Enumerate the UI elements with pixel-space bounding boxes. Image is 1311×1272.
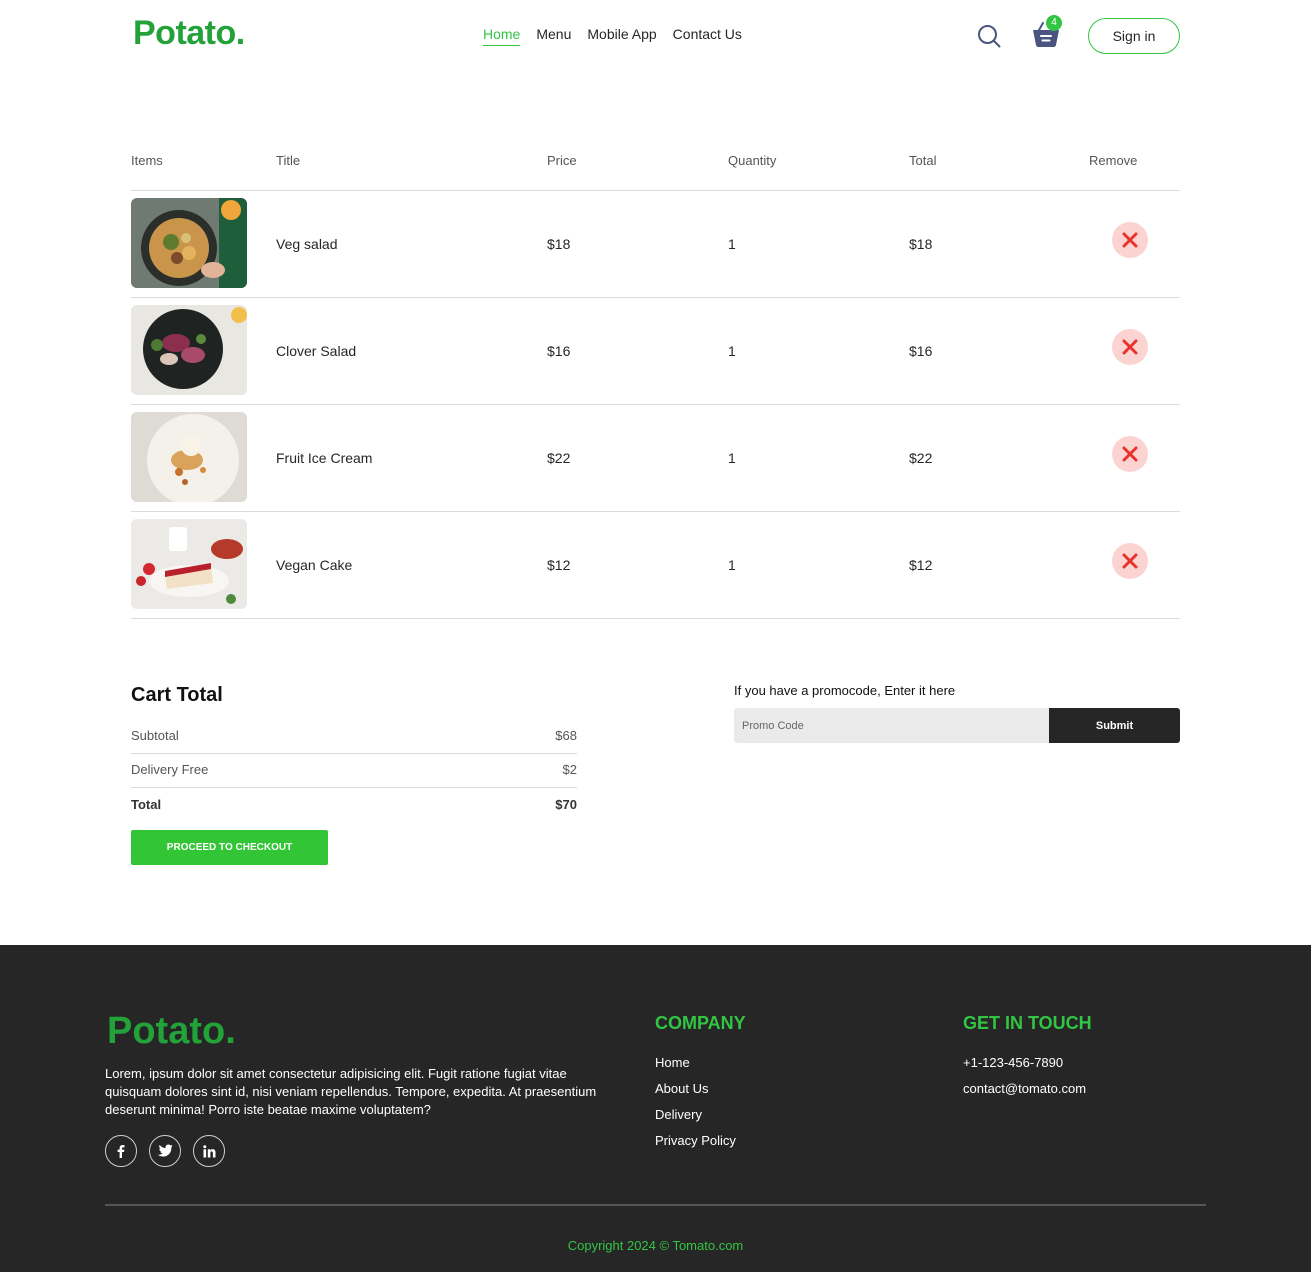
footer-logo[interactable]: Potato. bbox=[107, 1010, 236, 1053]
main-nav: Home Menu Mobile App Contact Us bbox=[483, 26, 742, 46]
item-title: Vegan Cake bbox=[276, 557, 353, 573]
footer-link-about-us[interactable]: About Us bbox=[655, 1080, 736, 1106]
search-icon[interactable] bbox=[977, 24, 1001, 48]
item-total: $22 bbox=[909, 450, 933, 466]
footer-link-home[interactable]: Home bbox=[655, 1054, 736, 1080]
delivery-label: Delivery Free bbox=[131, 762, 209, 777]
total-label: Total bbox=[131, 797, 162, 812]
item-total: $16 bbox=[909, 343, 933, 359]
twitter-button[interactable] bbox=[149, 1135, 181, 1167]
close-icon bbox=[1122, 446, 1138, 462]
cart-row: Clover Salad $16 1 $16 bbox=[131, 298, 1180, 405]
item-price: $18 bbox=[547, 236, 571, 252]
nav-home[interactable]: Home bbox=[483, 26, 521, 46]
contact-phone[interactable]: +1-123-456-7890 bbox=[963, 1054, 1086, 1080]
column-header-title: Title bbox=[276, 153, 301, 168]
cart-table-header: Items Title Price Quantity Total Remove bbox=[131, 153, 1180, 191]
promo-submit-button[interactable]: Submit bbox=[1049, 708, 1180, 743]
vegan-cake-image bbox=[131, 519, 247, 609]
cart-count-badge: 4 bbox=[1046, 15, 1062, 31]
item-quantity: 1 bbox=[728, 236, 736, 252]
item-quantity: 1 bbox=[728, 557, 736, 573]
sign-in-button[interactable]: Sign in bbox=[1088, 18, 1180, 54]
veg-salad-image bbox=[131, 198, 247, 288]
divider bbox=[131, 753, 577, 754]
item-price: $12 bbox=[547, 557, 571, 573]
nav-contact-us[interactable]: Contact Us bbox=[673, 26, 742, 46]
item-quantity: 1 bbox=[728, 450, 736, 466]
get-in-touch-heading: GET IN TOUCH bbox=[963, 1013, 1092, 1033]
item-title: Clover Salad bbox=[276, 343, 357, 359]
cart-row: Vegan Cake $12 1 $12 bbox=[131, 512, 1180, 619]
item-total: $18 bbox=[909, 236, 933, 252]
proceed-to-checkout-button[interactable]: PROCEED TO CHECKOUT bbox=[131, 830, 328, 865]
delivery-value: $2 bbox=[562, 762, 577, 777]
column-header-quantity: Quantity bbox=[728, 153, 777, 168]
remove-item-button[interactable] bbox=[1112, 222, 1148, 258]
close-icon bbox=[1122, 339, 1138, 355]
nav-menu[interactable]: Menu bbox=[536, 26, 571, 46]
footer-divider bbox=[105, 1204, 1206, 1206]
column-header-remove: Remove bbox=[1089, 153, 1138, 168]
company-links: Home About Us Delivery Privacy Policy bbox=[655, 1054, 736, 1158]
footer: Potato. Lorem, ipsum dolor sit amet cons… bbox=[0, 945, 1311, 1272]
cart-row: Fruit Ice Cream $22 1 $22 bbox=[131, 405, 1180, 512]
item-price: $16 bbox=[547, 343, 571, 359]
linkedin-button[interactable] bbox=[193, 1135, 225, 1167]
contact-list: +1-123-456-7890 contact@tomato.com bbox=[963, 1054, 1086, 1106]
logo[interactable]: Potato. bbox=[133, 14, 245, 53]
divider bbox=[131, 787, 577, 788]
close-icon bbox=[1122, 553, 1138, 569]
remove-item-button[interactable] bbox=[1112, 329, 1148, 365]
item-price: $22 bbox=[547, 450, 571, 466]
subtotal-row: Subtotal $68 bbox=[131, 728, 577, 743]
item-title: Veg salad bbox=[276, 236, 338, 252]
promo-label: If you have a promocode, Enter it here bbox=[734, 683, 956, 698]
total-row: Total $70 bbox=[131, 797, 577, 812]
column-header-total: Total bbox=[909, 153, 937, 168]
remove-item-button[interactable] bbox=[1112, 543, 1148, 579]
footer-link-delivery[interactable]: Delivery bbox=[655, 1106, 736, 1132]
remove-item-button[interactable] bbox=[1112, 436, 1148, 472]
item-total: $12 bbox=[909, 557, 933, 573]
twitter-icon bbox=[157, 1144, 173, 1157]
linkedin-icon bbox=[202, 1144, 215, 1157]
clover-salad-image bbox=[131, 305, 247, 395]
promo-code-input[interactable] bbox=[734, 708, 1050, 743]
close-icon bbox=[1122, 232, 1138, 248]
contact-email[interactable]: contact@tomato.com bbox=[963, 1080, 1086, 1106]
total-value: $70 bbox=[555, 797, 577, 812]
facebook-icon bbox=[117, 1145, 125, 1158]
footer-description: Lorem, ipsum dolor sit amet consectetur … bbox=[105, 1066, 597, 1117]
company-heading: COMPANY bbox=[655, 1013, 746, 1033]
fruit-ice-cream-image bbox=[131, 412, 247, 502]
footer-link-privacy-policy[interactable]: Privacy Policy bbox=[655, 1132, 736, 1158]
header: Potato. Home Menu Mobile App Contact Us … bbox=[0, 0, 1311, 72]
cart-row: Veg salad $18 1 $18 bbox=[131, 191, 1180, 298]
item-title: Fruit Ice Cream bbox=[276, 450, 373, 466]
delivery-row: Delivery Free $2 bbox=[131, 762, 577, 777]
nav-mobile-app[interactable]: Mobile App bbox=[587, 26, 656, 46]
copyright: Copyright 2024 © Tomato.com bbox=[567, 1238, 744, 1253]
subtotal-value: $68 bbox=[555, 728, 577, 743]
item-quantity: 1 bbox=[728, 343, 736, 359]
column-header-items: Items bbox=[131, 153, 163, 168]
cart-total-title: Cart Total bbox=[131, 684, 223, 706]
facebook-button[interactable] bbox=[105, 1135, 137, 1167]
subtotal-label: Subtotal bbox=[131, 728, 179, 743]
column-header-price: Price bbox=[547, 153, 577, 168]
